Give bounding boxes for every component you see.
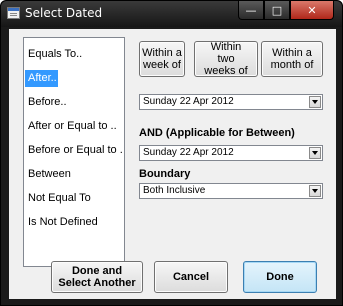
start-date-picker[interactable]: Sunday 22 Apr 2012	[139, 94, 323, 110]
chevron-down-icon[interactable]	[309, 185, 321, 197]
list-item-not-defined[interactable]: Is Not Defined	[25, 214, 123, 231]
between-label: AND (Applicable for Between)	[139, 127, 295, 139]
maximize-button[interactable]: □	[264, 1, 290, 20]
dialog-body: Equals To.. After.. Before.. After or Eq…	[9, 29, 336, 299]
list-item-not-equal[interactable]: Not Equal To	[25, 190, 123, 207]
within-week-button[interactable]: Within a week of	[139, 41, 185, 77]
end-date-value: Sunday 22 Apr 2012	[143, 147, 234, 158]
minimize-button[interactable]: —	[238, 1, 264, 20]
caption-buttons: — □ ✕	[238, 1, 334, 20]
close-button[interactable]: ✕	[290, 1, 334, 20]
list-item-equals-to[interactable]: Equals To..	[25, 46, 123, 63]
start-date-value: Sunday 22 Apr 2012	[143, 96, 234, 107]
list-item-after[interactable]: After..	[25, 70, 58, 87]
list-item-before-or-equal[interactable]: Before or Equal to ...	[25, 142, 123, 159]
app-window-icon	[7, 7, 20, 19]
done-and-select-another-button[interactable]: Done and Select Another	[51, 261, 143, 293]
boundary-value: Both Inclusive	[143, 185, 206, 196]
list-item-between[interactable]: Between	[25, 166, 123, 183]
boundary-select[interactable]: Both Inclusive	[139, 183, 323, 199]
condition-list[interactable]: Equals To.. After.. Before.. After or Eq…	[23, 37, 125, 267]
chevron-down-icon[interactable]	[309, 96, 321, 108]
window-title: Select Dated	[25, 6, 103, 20]
boundary-label: Boundary	[139, 168, 191, 180]
done-button[interactable]: Done	[243, 261, 317, 293]
within-month-button[interactable]: Within a month of	[261, 41, 323, 77]
dialog-window: Select Dated — □ ✕ Equals To.. After.. B…	[0, 0, 343, 306]
list-item-before[interactable]: Before..	[25, 94, 123, 111]
within-two-weeks-button[interactable]: Within two weeks of	[194, 41, 258, 77]
cancel-button[interactable]: Cancel	[154, 261, 228, 293]
list-item-after-or-equal[interactable]: After or Equal to ..	[25, 118, 123, 135]
end-date-picker[interactable]: Sunday 22 Apr 2012	[139, 145, 323, 161]
chevron-down-icon[interactable]	[309, 147, 321, 159]
title-bar[interactable]: Select Dated — □ ✕	[1, 1, 342, 27]
